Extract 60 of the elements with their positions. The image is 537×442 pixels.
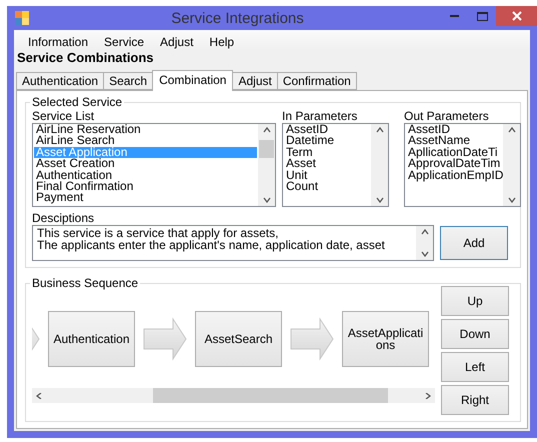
scrollbar[interactable] <box>416 226 433 260</box>
menu-item[interactable]: Help <box>201 34 242 50</box>
list-item[interactable]: AssetName <box>406 135 502 147</box>
menu-item[interactable]: Adjust <box>152 34 202 50</box>
move-button[interactable]: Left <box>441 352 509 382</box>
list-item[interactable]: Count <box>284 180 370 192</box>
list-item[interactable]: Asset <box>284 158 370 170</box>
list-item[interactable]: ApplicationEmpID <box>406 170 502 181</box>
list-label: In Parameters <box>282 109 358 123</box>
step-node[interactable]: Authentication <box>48 311 135 367</box>
list-item[interactable]: AssetID <box>406 124 502 136</box>
list-item[interactable]: Unit <box>284 170 370 181</box>
app-icon <box>15 11 29 25</box>
scrollbar[interactable] <box>503 124 520 206</box>
move-button[interactable]: Right <box>441 385 509 415</box>
parameter-list[interactable]: AssetID Datetime Term Asset Unit Count <box>282 123 389 207</box>
scrollbar-thumb[interactable] <box>259 140 274 158</box>
list-item[interactable]: Authentication <box>34 170 257 181</box>
section-heading: Service Combinations <box>16 50 155 65</box>
group-title: Business Sequence <box>31 276 140 290</box>
list-item[interactable]: Asset Creation <box>34 158 257 170</box>
arrow-icon <box>143 317 187 361</box>
scrollbar[interactable] <box>258 124 275 206</box>
tab[interactable]: Adjust <box>232 72 278 90</box>
window-title: Service Integrations <box>170 10 305 26</box>
tab[interactable]: Combination <box>152 70 234 91</box>
list-item[interactable]: ApprovalDateTim <box>406 158 502 170</box>
field-label: Desciptions <box>32 211 96 225</box>
tab[interactable]: Confirmation <box>276 72 357 90</box>
arrow-icon <box>290 317 334 361</box>
list-item[interactable]: Datetime <box>284 135 370 147</box>
step-node[interactable]: AssetSearch <box>195 311 282 367</box>
list-item[interactable]: AssetID <box>284 124 370 136</box>
minimize-icon <box>450 15 458 17</box>
service-list[interactable]: AirLine Reservation AirLine Search Asset Application Asset Creation Authentication Final Confirmation Payment <box>32 123 276 207</box>
scrollbar[interactable] <box>371 124 388 206</box>
scrollbar[interactable] <box>32 388 435 403</box>
menu-item[interactable]: Service <box>96 34 152 50</box>
list-item[interactable]: ApllicationDateTi <box>406 146 502 158</box>
tab[interactable]: Authentication <box>16 72 104 90</box>
parameter-list[interactable]: AssetID AssetName ApllicationDateTi ApprovalDateTim ApplicationEmpID <box>404 123 521 207</box>
move-button[interactable]: Down <box>441 319 509 349</box>
list-item[interactable]: Term <box>284 146 370 158</box>
list-item[interactable]: Payment <box>34 192 257 204</box>
list-item[interactable]: AirLine Search <box>34 135 257 147</box>
group-title: Selected Service <box>31 95 124 109</box>
menu-item[interactable]: Information <box>20 34 96 50</box>
list-item[interactable]: AirLine Reservation <box>34 124 257 136</box>
add-button[interactable]: Add <box>440 226 508 260</box>
move-button[interactable]: Up <box>441 286 509 316</box>
tab[interactable]: Search <box>103 72 154 90</box>
list-item[interactable]: Final Confirmation <box>34 180 257 192</box>
list-label: Service List <box>32 109 96 123</box>
close-button[interactable] <box>496 6 537 26</box>
list-label: Out Parameters <box>404 109 490 123</box>
description-field[interactable]: This service is a service that apply for assets, The applicants enter the applicant's name, application date, asset <box>32 225 434 261</box>
maximize-icon <box>476 12 488 20</box>
step-node[interactable]: AssetApplications <box>342 311 429 367</box>
scrollbar-thumb[interactable] <box>153 388 388 403</box>
close-icon <box>512 11 522 21</box>
